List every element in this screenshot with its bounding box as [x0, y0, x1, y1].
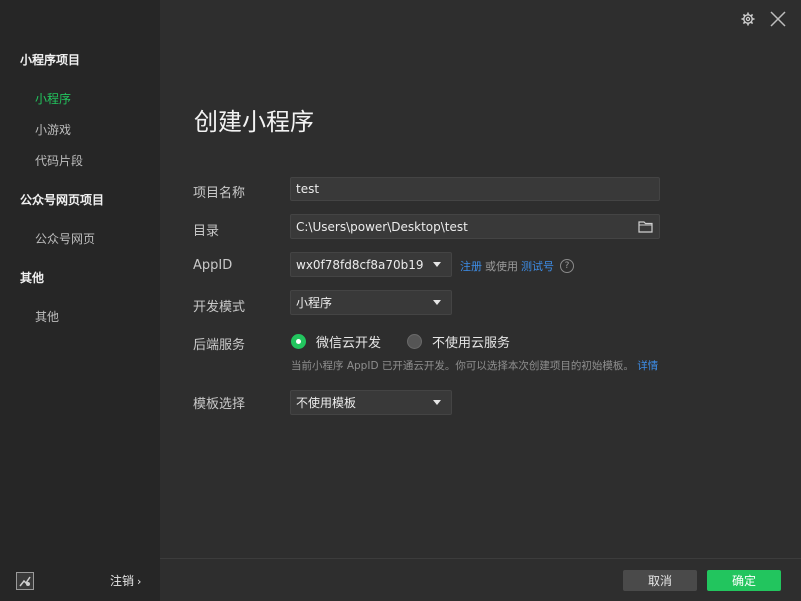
sidebar-item-code-snippet[interactable]: 代码片段 — [35, 152, 83, 169]
dev-mode-value: 小程序 — [296, 296, 333, 310]
radio-no-cloud[interactable]: 不使用云服务 — [407, 332, 510, 351]
backend-label: 后端服务 — [193, 338, 246, 353]
dev-mode-label: 开发模式 — [193, 300, 246, 315]
test-account-link[interactable]: 测试号 — [521, 258, 554, 274]
window-controls — [739, 10, 787, 28]
main-panel: 创建小程序 项目名称 目录 C:\Users\power\Desktop\tes… — [160, 0, 801, 601]
radio-no-cloud-label: 不使用云服务 — [432, 336, 511, 351]
register-link[interactable]: 注册 — [460, 258, 482, 274]
template-select[interactable]: 不使用模板 — [290, 390, 452, 415]
template-label: 模板选择 — [193, 397, 246, 412]
details-link[interactable]: 详情 — [637, 360, 658, 372]
sidebar-item-miniprogram[interactable]: 小程序 — [35, 90, 71, 107]
gear-icon[interactable] — [739, 10, 757, 28]
backend-hint: 当前小程序 AppID 已开通云开发。你可以选择本次创建项目的初始模板。 详情 — [291, 358, 658, 373]
user-avatar-icon[interactable] — [16, 572, 34, 590]
backend-hint-text: 当前小程序 AppID 已开通云开发。你可以选择本次创建项目的初始模板。 — [291, 360, 634, 372]
directory-value: C:\Users\power\Desktop\test — [296, 219, 468, 234]
sidebar-footer: 注销 › — [0, 561, 160, 601]
help-icon[interactable]: ? — [560, 259, 574, 273]
logout-label: 注销 — [110, 574, 135, 588]
radio-selected-icon[interactable] — [291, 334, 306, 349]
directory-field[interactable]: C:\Users\power\Desktop\test — [290, 214, 660, 239]
appid-links: 注册 或使用 测试号 ? — [460, 258, 574, 274]
project-name-field[interactable] — [290, 177, 660, 201]
sidebar: 小程序项目 小程序 小游戏 代码片段 公众号网页项目 公众号网页 其他 其他 注… — [0, 0, 160, 601]
logout-button[interactable]: 注销 › — [110, 572, 141, 589]
template-value: 不使用模板 — [296, 396, 357, 410]
radio-cloud-dev[interactable]: 微信云开发 — [291, 332, 381, 351]
confirm-button[interactable]: 确定 — [707, 570, 781, 591]
dialog-footer: 取消 确定 — [160, 558, 801, 601]
chevron-right-icon: › — [137, 575, 142, 588]
caret-down-icon — [433, 262, 441, 267]
appid-value: wx0f78fd8cf8a70b19 — [296, 257, 424, 272]
project-name-input[interactable] — [296, 182, 654, 196]
radio-cloud-dev-label: 微信云开发 — [316, 336, 382, 351]
page-title: 创建小程序 — [194, 108, 314, 136]
folder-icon[interactable] — [638, 220, 653, 236]
appid-label: AppID — [193, 258, 233, 273]
sidebar-item-official-web[interactable]: 公众号网页 — [35, 230, 95, 247]
close-icon[interactable] — [769, 10, 787, 28]
dev-mode-select[interactable]: 小程序 — [290, 290, 452, 315]
directory-label: 目录 — [193, 224, 220, 239]
or-use-text: 或使用 — [485, 260, 518, 273]
radio-unselected-icon[interactable] — [407, 334, 422, 349]
appid-select[interactable]: wx0f78fd8cf8a70b19 — [290, 252, 452, 277]
caret-down-icon — [433, 400, 441, 405]
cancel-button[interactable]: 取消 — [623, 570, 697, 591]
caret-down-icon — [433, 300, 441, 305]
sidebar-group-official-account: 公众号网页项目 — [20, 193, 105, 207]
sidebar-item-minigame[interactable]: 小游戏 — [35, 121, 71, 138]
sidebar-item-other[interactable]: 其他 — [35, 308, 59, 325]
sidebar-group-other: 其他 — [20, 271, 45, 285]
sidebar-group-miniprogram: 小程序项目 — [20, 53, 81, 67]
project-name-label: 项目名称 — [193, 186, 246, 201]
